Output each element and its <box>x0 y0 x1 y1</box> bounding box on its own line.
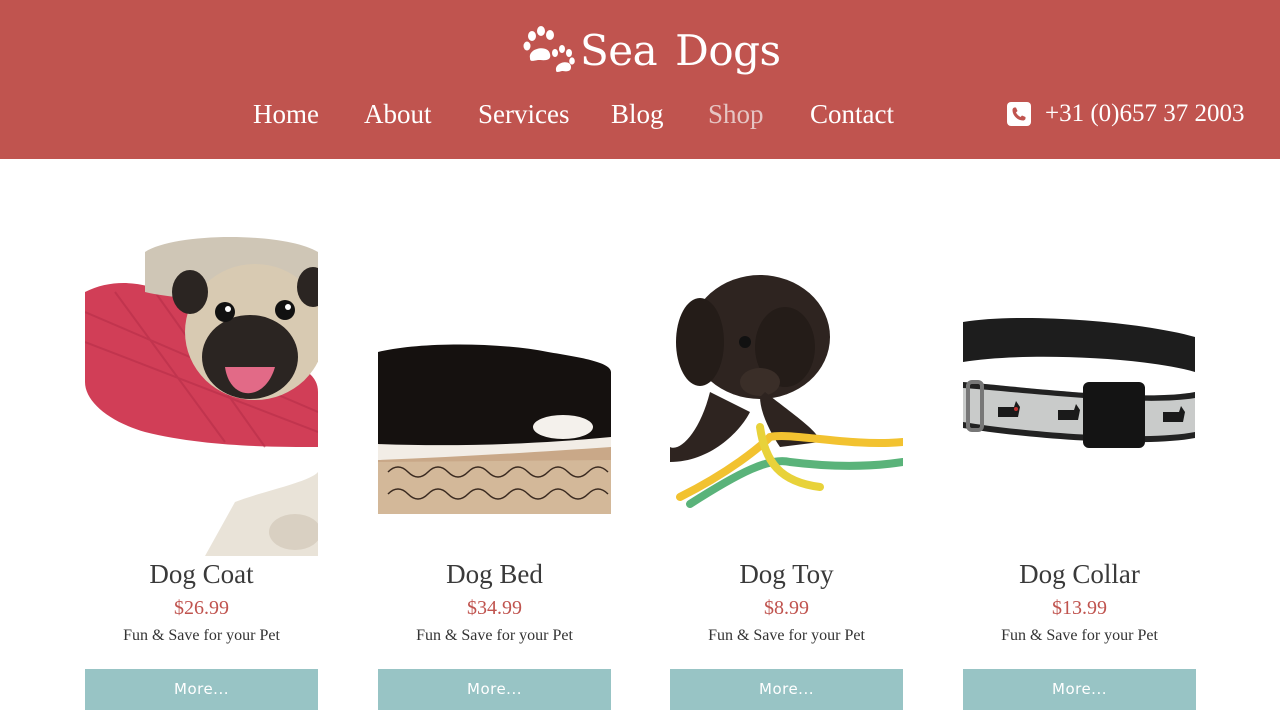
product-price: $8.99 <box>764 597 809 619</box>
phone-number: +31 (0)657 37 2003 <box>1045 100 1245 127</box>
product-card-dog-collar: Dog Collar $13.99 Fun & Save for your Pe… <box>963 232 1196 710</box>
product-price: $26.99 <box>174 597 229 619</box>
phone-contact[interactable]: +31 (0)657 37 2003 <box>1007 92 1245 136</box>
nav-home[interactable]: Home <box>253 92 319 136</box>
product-price: $34.99 <box>467 597 522 619</box>
site-logo[interactable]: Sea Dogs <box>522 22 781 78</box>
product-card-dog-bed: Dog Bed $34.99 Fun & Save for your Pet M… <box>378 232 611 710</box>
product-price: $13.99 <box>1052 597 1107 619</box>
phone-icon <box>1007 102 1031 126</box>
more-button[interactable]: More... <box>85 669 318 710</box>
product-tagline: Fun & Save for your Pet <box>416 627 573 644</box>
product-name: Dog Bed <box>446 559 543 589</box>
nav-services[interactable]: Services <box>478 92 569 136</box>
nav-about[interactable]: About <box>364 92 432 136</box>
product-name: Dog Coat <box>149 559 254 589</box>
product-name: Dog Toy <box>739 559 834 589</box>
product-tagline: Fun & Save for your Pet <box>708 627 865 644</box>
more-button[interactable]: More... <box>378 669 611 710</box>
nav-shop[interactable]: Shop <box>708 92 764 136</box>
product-card-dog-toy: Dog Toy $8.99 Fun & Save for your Pet Mo… <box>670 232 903 710</box>
product-name: Dog Collar <box>1019 559 1140 589</box>
product-image-dog-toy[interactable] <box>670 232 903 556</box>
product-tagline: Fun & Save for your Pet <box>1001 627 1158 644</box>
product-card-dog-coat: Dog Coat $26.99 Fun & Save for your Pet … <box>85 232 318 710</box>
product-image-dog-coat[interactable] <box>85 232 318 556</box>
product-tagline: Fun & Save for your Pet <box>123 627 280 644</box>
paw-prints-icon <box>523 26 575 72</box>
site-header: Sea Dogs Home About Services Blog Shop C… <box>0 0 1280 159</box>
more-button[interactable]: More... <box>963 669 1196 710</box>
product-image-dog-collar[interactable] <box>963 232 1196 556</box>
brand-name-part1: Sea <box>580 25 658 75</box>
nav-contact[interactable]: Contact <box>810 92 894 136</box>
more-button[interactable]: More... <box>670 669 903 710</box>
product-image-dog-bed[interactable] <box>378 232 611 556</box>
brand-name-part2: Dogs <box>675 25 781 75</box>
nav-blog[interactable]: Blog <box>611 92 664 136</box>
